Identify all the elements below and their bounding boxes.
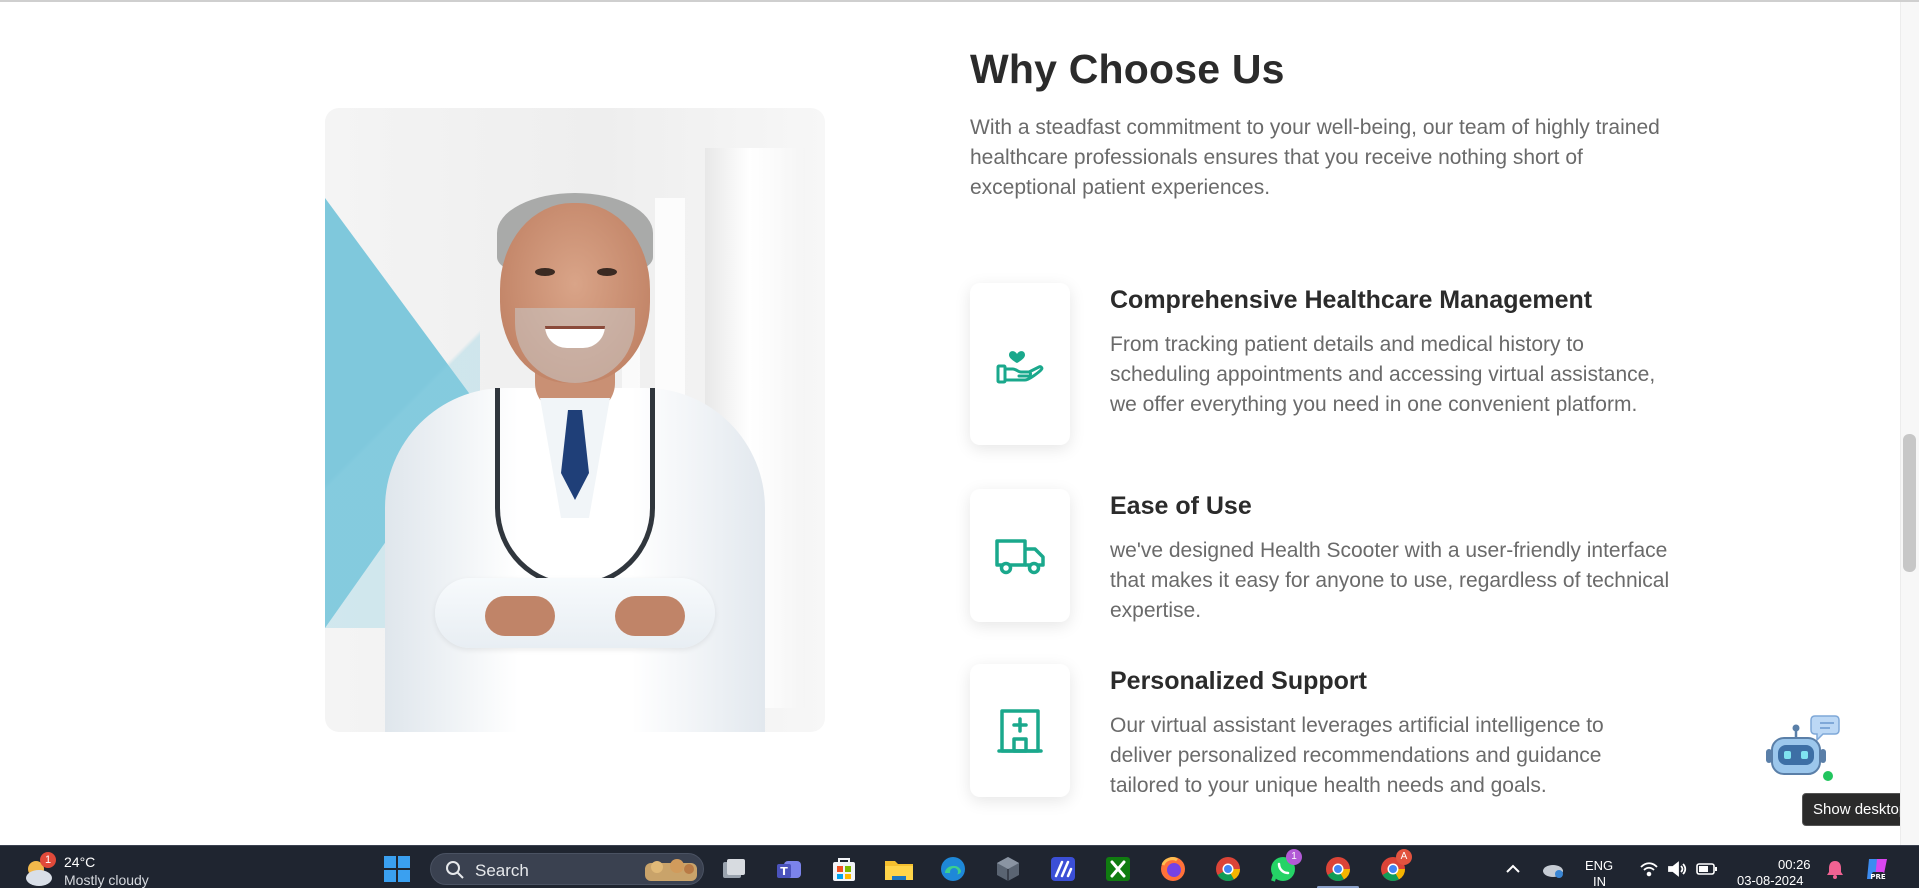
notifications-button[interactable] xyxy=(1820,855,1850,883)
chrome-profile-app-2[interactable]: A xyxy=(1378,849,1412,883)
chrome-icon xyxy=(1216,857,1240,882)
file-explorer-app[interactable] xyxy=(884,855,914,883)
scrollbar-thumb[interactable] xyxy=(1903,434,1916,572)
bell-icon xyxy=(1827,861,1843,879)
onedrive-tray[interactable] xyxy=(1538,855,1568,883)
robot-icon xyxy=(1766,715,1840,783)
feature-description: Our virtual assistant leverages artifici… xyxy=(1110,714,1604,797)
cube-icon xyxy=(997,857,1019,881)
language-indicator[interactable]: ENG xyxy=(1585,858,1613,873)
clock-time[interactable]: 00:26 xyxy=(1778,857,1811,872)
svg-text:T: T xyxy=(780,865,788,878)
page-scrollbar[interactable] xyxy=(1900,2,1919,845)
battery-icon xyxy=(1696,863,1717,875)
volume-tray[interactable] xyxy=(1662,855,1692,883)
top-divider xyxy=(0,0,1919,2)
feature-icon-box xyxy=(970,283,1070,445)
feature-icon-box xyxy=(970,489,1070,622)
feature-description: From tracking patient details and medica… xyxy=(1110,333,1656,416)
whatsapp-badge: 1 xyxy=(1286,849,1302,865)
copilot-button[interactable]: PRE xyxy=(1862,855,1892,883)
xbox-icon xyxy=(1106,857,1130,881)
search-highlight-icon xyxy=(645,859,697,881)
teams-icon: T xyxy=(777,861,801,878)
weather-temperature: 24°C xyxy=(64,854,96,870)
edge-browser-app[interactable] xyxy=(938,855,968,883)
design-app-icon xyxy=(1051,857,1075,881)
chatbot-button[interactable] xyxy=(1760,712,1840,784)
feature-icon-box xyxy=(970,664,1070,797)
wifi-icon xyxy=(1640,862,1658,877)
chrome-icon xyxy=(1326,857,1350,882)
windows-taskbar: 1 24°C Mostly cloudy Search T 1 A ENG IN… xyxy=(0,845,1919,888)
firefox-app[interactable] xyxy=(1158,855,1188,883)
hand-heart-icon xyxy=(996,351,1044,384)
doctor-photo xyxy=(325,108,825,732)
section-title: Why Choose Us xyxy=(970,46,1285,92)
feature-title: Comprehensive Healthcare Management xyxy=(1110,286,1593,314)
folder-icon xyxy=(885,861,913,880)
task-view-button[interactable] xyxy=(719,855,749,883)
chevron-up-icon xyxy=(1506,864,1520,873)
task-view-icon xyxy=(723,859,745,878)
svg-text:PRE: PRE xyxy=(1870,873,1886,881)
firefox-icon xyxy=(1161,857,1185,881)
region-indicator: IN xyxy=(1593,874,1606,888)
taskbar-search[interactable]: Search xyxy=(430,853,704,885)
show-hidden-icons-button[interactable] xyxy=(1498,855,1528,883)
doctor-figure xyxy=(375,148,775,732)
feature-title: Ease of Use xyxy=(1110,492,1252,520)
hospital-icon xyxy=(997,708,1043,753)
truck-icon xyxy=(995,538,1045,574)
design-app[interactable] xyxy=(1048,855,1078,883)
clock-date[interactable]: 03-08-2024 xyxy=(1737,873,1804,888)
copilot-icon: PRE xyxy=(1867,859,1887,881)
chrome-profile-badge: A xyxy=(1396,849,1412,865)
weather-widget[interactable]: 1 24°C Mostly cloudy xyxy=(22,852,182,888)
xbox-app[interactable] xyxy=(1103,855,1133,883)
section-intro: With a steadfast commitment to your well… xyxy=(970,116,1660,199)
chrome-profile-app[interactable] xyxy=(1317,855,1359,888)
weather-badge: 1 xyxy=(40,852,56,868)
search-icon xyxy=(446,861,464,879)
whatsapp-app[interactable]: 1 xyxy=(1268,849,1302,883)
weather-condition: Mostly cloudy xyxy=(64,872,149,888)
start-button[interactable] xyxy=(382,855,412,883)
search-label: Search xyxy=(475,861,529,880)
cube-app[interactable] xyxy=(993,855,1023,883)
battery-tray[interactable] xyxy=(1692,855,1722,883)
cloud-icon xyxy=(1543,865,1563,878)
chrome-app[interactable] xyxy=(1213,855,1243,883)
wifi-tray[interactable] xyxy=(1634,855,1664,883)
feature-description: we've designed Health Scooter with a use… xyxy=(1110,539,1670,622)
store-app[interactable] xyxy=(829,855,859,883)
feature-title: Personalized Support xyxy=(1110,667,1367,695)
volume-icon xyxy=(1668,861,1687,877)
teams-app[interactable]: T xyxy=(774,855,804,883)
store-icon xyxy=(833,858,855,881)
edge-icon xyxy=(941,857,965,881)
windows-logo-icon xyxy=(384,856,410,882)
